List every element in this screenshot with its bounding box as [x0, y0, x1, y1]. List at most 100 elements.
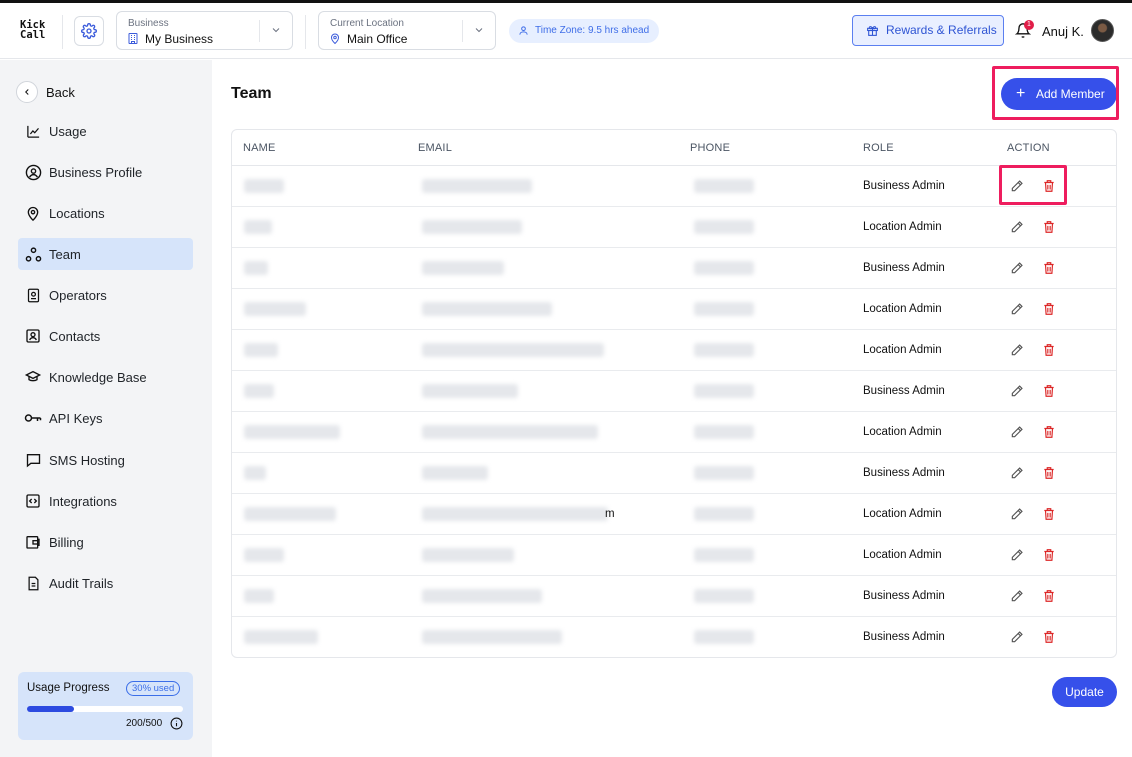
role-cell: Business Admin [863, 590, 945, 602]
sidebar-item-sms-hosting[interactable]: SMS Hosting [18, 444, 193, 476]
rewards-referrals-button[interactable]: Rewards & Referrals [852, 15, 1004, 46]
sidebar-item-api-keys[interactable]: API Keys [18, 402, 193, 434]
trash-icon[interactable] [1042, 425, 1056, 439]
table-row: Business Admin [232, 371, 1116, 412]
plus-icon: + [1016, 85, 1026, 102]
pencil-icon[interactable] [1010, 630, 1024, 644]
email-cell-tail: m [605, 508, 615, 520]
main-content: Team + Add Member NAME EMAIL PHONE ROLE … [212, 60, 1132, 757]
key-icon [24, 409, 42, 427]
table-header: NAME EMAIL PHONE ROLE ACTION [232, 130, 1116, 166]
sidebar-item-label: Operators [49, 287, 107, 303]
role-cell: Business Admin [863, 467, 945, 479]
business-value: My Business [145, 32, 214, 46]
trash-icon[interactable] [1042, 630, 1056, 644]
app-logo[interactable]: Kick Call [20, 20, 45, 41]
selector-divider [462, 20, 463, 42]
sidebar-item-business-profile[interactable]: Business Profile [18, 156, 193, 188]
email-cell-redacted [422, 261, 504, 275]
table-row: Business Admin [232, 166, 1116, 207]
timezone-text: Time Zone: 9.5 hrs ahead [535, 25, 650, 36]
trash-icon[interactable] [1042, 302, 1056, 316]
pencil-icon[interactable] [1010, 384, 1024, 398]
operator-icon [24, 286, 42, 304]
sidebar-item-audit-trails[interactable]: Audit Trails [18, 567, 193, 599]
pencil-icon[interactable] [1010, 548, 1024, 562]
business-selector[interactable]: Business My Business [116, 11, 293, 50]
user-circle-icon [24, 163, 42, 181]
usage-count: 200/500 [126, 718, 163, 729]
trash-icon[interactable] [1042, 507, 1056, 521]
sidebar-item-knowledge-base[interactable]: Knowledge Base [18, 361, 193, 393]
trash-icon[interactable] [1042, 589, 1056, 603]
phone-cell-redacted [694, 507, 754, 521]
trash-icon[interactable] [1042, 343, 1056, 357]
rewards-label: Rewards & Referrals [886, 23, 997, 37]
pencil-icon[interactable] [1010, 589, 1024, 603]
pencil-icon[interactable] [1010, 507, 1024, 521]
sidebar-item-integrations[interactable]: Integrations [18, 485, 193, 517]
trash-icon[interactable] [1042, 179, 1056, 193]
pencil-icon[interactable] [1010, 466, 1024, 480]
role-cell: Location Admin [863, 549, 942, 561]
back-button[interactable]: Back [16, 80, 75, 104]
column-header-action: ACTION [1007, 142, 1050, 154]
add-member-button[interactable]: + Add Member [1001, 78, 1117, 110]
location-selector[interactable]: Current Location Main Office [318, 11, 496, 50]
sidebar-item-label: Contacts [49, 328, 101, 344]
sidebar-item-usage[interactable]: Usage [18, 115, 193, 147]
pencil-icon[interactable] [1010, 302, 1024, 316]
usage-percent-badge: 30% used [126, 681, 181, 696]
user-name[interactable]: Anuj K. [1042, 24, 1084, 39]
table-row: Location Admin [232, 535, 1116, 576]
update-button[interactable]: Update [1052, 677, 1117, 707]
sidebar-item-billing[interactable]: Billing [18, 526, 193, 558]
sidebar-item-team[interactable]: Team [18, 238, 193, 270]
trash-icon[interactable] [1042, 548, 1056, 562]
name-cell-redacted [244, 548, 284, 562]
pencil-icon[interactable] [1010, 179, 1024, 193]
table-row: Business Admin [232, 453, 1116, 494]
phone-cell-redacted [694, 384, 754, 398]
email-cell-redacted [422, 507, 608, 521]
code-box-icon [24, 492, 42, 510]
sidebar-item-label: Team [49, 246, 81, 262]
back-label: Back [46, 84, 75, 100]
building-icon [128, 33, 138, 44]
chevron-down-icon [475, 28, 483, 33]
table-row: m Location Admin [232, 494, 1116, 535]
sidebar-item-label: Billing [49, 534, 84, 550]
phone-cell-redacted [694, 466, 754, 480]
pencil-icon[interactable] [1010, 261, 1024, 275]
info-icon[interactable] [170, 717, 183, 730]
pencil-icon[interactable] [1010, 425, 1024, 439]
email-cell-redacted [422, 548, 514, 562]
phone-cell-redacted [694, 302, 754, 316]
email-cell-redacted [422, 302, 552, 316]
sidebar-item-operators[interactable]: Operators [18, 279, 193, 311]
phone-cell-redacted [694, 343, 754, 357]
trash-icon[interactable] [1042, 261, 1056, 275]
header-divider [62, 15, 63, 49]
email-cell-redacted [422, 425, 598, 439]
avatar[interactable] [1091, 19, 1114, 42]
trash-icon[interactable] [1042, 466, 1056, 480]
settings-button[interactable] [74, 16, 104, 46]
email-cell-redacted [422, 179, 532, 193]
message-icon [24, 451, 42, 469]
sidebar-item-locations[interactable]: Locations [18, 197, 193, 229]
table-row: Business Admin [232, 248, 1116, 289]
pencil-icon[interactable] [1010, 220, 1024, 234]
trash-icon[interactable] [1042, 220, 1056, 234]
sidebar-item-label: Usage [49, 123, 87, 139]
top-header: Kick Call Business My Business Current L… [0, 3, 1132, 59]
email-cell-redacted [422, 384, 518, 398]
pencil-icon[interactable] [1010, 343, 1024, 357]
timezone-badge: Time Zone: 9.5 hrs ahead [509, 19, 660, 43]
name-cell-redacted [244, 466, 266, 480]
sidebar-item-contacts[interactable]: Contacts [18, 320, 193, 352]
table-row: Location Admin [232, 412, 1116, 453]
usage-title: Usage Progress [27, 682, 110, 694]
trash-icon[interactable] [1042, 384, 1056, 398]
sidebar-item-label: SMS Hosting [49, 452, 125, 468]
